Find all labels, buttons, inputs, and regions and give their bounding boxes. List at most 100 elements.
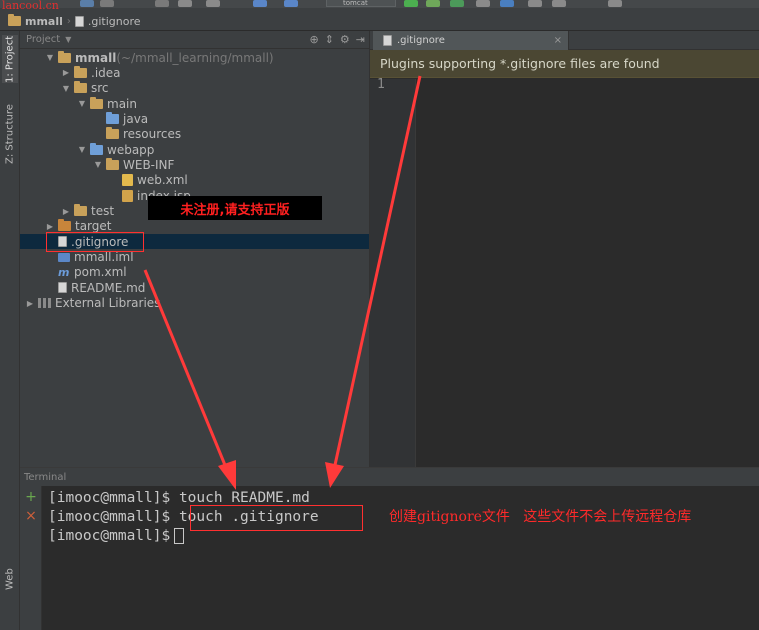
tree-item[interactable]: .gitignore xyxy=(20,234,369,250)
tree-item-label: pom.xml xyxy=(74,265,127,280)
toolbar-button[interactable] xyxy=(476,0,490,7)
navigation-bar: tomcat lancool.cn mmall › .gitignore xyxy=(0,0,759,31)
close-session-icon[interactable]: × xyxy=(24,508,38,524)
xml-file-icon xyxy=(122,174,133,187)
coverage-icon[interactable] xyxy=(450,0,464,7)
watermark-text: lancool.cn xyxy=(2,0,59,12)
tree-item[interactable]: ▼ WEB-INF xyxy=(94,157,174,172)
tree-item-label: target xyxy=(75,219,112,234)
gear-icon[interactable]: ⚙ xyxy=(340,33,350,46)
search-icon[interactable] xyxy=(206,0,220,7)
run-icon[interactable] xyxy=(404,0,418,7)
folder-icon xyxy=(8,14,21,26)
tree-item-label: java xyxy=(123,111,149,126)
tab-project[interactable]: 1: Project xyxy=(2,35,18,83)
jsp-file-icon xyxy=(122,189,133,202)
tab-structure[interactable]: Z: Structure xyxy=(2,97,18,171)
expand-right-icon[interactable]: ▶ xyxy=(62,207,70,216)
project-view-title[interactable]: Project xyxy=(26,34,60,45)
toolbar-button[interactable] xyxy=(253,0,267,7)
tree-item-label: main xyxy=(107,96,137,111)
tree-item-label: test xyxy=(91,204,115,218)
breadcrumb-label: .gitignore xyxy=(87,14,141,28)
debug-icon[interactable] xyxy=(426,0,440,7)
plugin-notice[interactable]: Plugins supporting *.gitignore files are… xyxy=(370,50,759,78)
main-toolbar: tomcat xyxy=(0,0,759,8)
breadcrumb-item-gitignore[interactable]: .gitignore xyxy=(74,14,141,28)
project-panel: Project ▼ ⊕ ⇕ ⚙ ⇥ ▼ mmall (~/mmall_learni… xyxy=(20,31,370,467)
file-icon xyxy=(58,236,67,248)
tree-item[interactable]: ▼ main xyxy=(78,96,137,111)
add-session-icon[interactable]: + xyxy=(24,489,38,505)
toolbar-button[interactable] xyxy=(178,0,192,7)
expand-down-icon[interactable]: ▼ xyxy=(46,53,54,62)
line-number: 1 xyxy=(377,77,385,92)
tree-item[interactable]: web.xml xyxy=(110,173,188,188)
editor-tab-label: .gitignore xyxy=(397,35,445,46)
file-icon xyxy=(383,35,392,46)
expand-down-icon[interactable]: ▼ xyxy=(78,99,86,108)
tab-web[interactable]: Web xyxy=(2,561,18,597)
editor-tab-bar: .gitignore × xyxy=(370,31,759,50)
tree-item[interactable]: ▼ mmall (~/mmall_learning/mmall) xyxy=(46,50,274,65)
expand-down-icon[interactable]: ▼ xyxy=(62,84,70,93)
folder-icon xyxy=(90,96,103,109)
source-folder-icon xyxy=(106,111,119,124)
expand-right-icon[interactable]: ▶ xyxy=(26,299,34,308)
toolbar-button[interactable] xyxy=(500,0,514,7)
expand-right-icon[interactable]: ▶ xyxy=(46,222,54,231)
tree-item-label: .gitignore xyxy=(71,234,129,249)
tree-item[interactable]: README.md xyxy=(46,280,145,295)
editor-gutter xyxy=(370,79,416,467)
expand-right-icon[interactable]: ▶ xyxy=(62,68,70,77)
toolbar-button[interactable] xyxy=(608,0,622,7)
folder-icon xyxy=(74,204,87,216)
tree-item-label: WEB-INF xyxy=(123,157,175,172)
terminal-title: Terminal xyxy=(24,471,67,483)
breadcrumb: mmall › .gitignore xyxy=(8,13,141,29)
toolbar-button[interactable] xyxy=(284,0,298,7)
tree-item[interactable]: ▼ src xyxy=(62,81,109,96)
tree-item[interactable]: ▶ External Libraries xyxy=(26,296,161,311)
tree-item[interactable]: java xyxy=(94,111,148,126)
chevron-down-icon[interactable]: ▼ xyxy=(65,35,71,44)
tree-item[interactable]: ▶ .idea xyxy=(62,65,121,80)
tree-item-label: mmall xyxy=(75,50,117,65)
project-panel-header: Project ▼ ⊕ ⇕ ⚙ ⇥ xyxy=(20,31,369,49)
toolbar-button[interactable] xyxy=(552,0,566,7)
breadcrumb-label: mmall xyxy=(25,14,63,28)
close-icon[interactable]: × xyxy=(554,35,562,46)
breadcrumb-item-mmall[interactable]: mmall xyxy=(8,14,63,28)
terminal-cursor xyxy=(174,528,185,544)
terminal-header: Terminal xyxy=(20,468,759,486)
tree-item[interactable]: resources xyxy=(94,127,181,142)
hide-icon[interactable]: ⇥ xyxy=(356,33,365,46)
collapse-icon[interactable]: ⇕ xyxy=(325,33,334,46)
toolbar-button[interactable] xyxy=(155,0,169,7)
tree-item-label: mmall.iml xyxy=(74,250,134,265)
file-icon xyxy=(58,282,67,294)
tree-item-label: .idea xyxy=(91,65,121,80)
toolbar-button[interactable] xyxy=(528,0,542,7)
tree-item[interactable]: ▶ target xyxy=(46,219,112,234)
tab-gitignore[interactable]: .gitignore × xyxy=(373,31,569,50)
tree-item[interactable]: m pom.xml xyxy=(46,265,127,280)
source-folder-icon xyxy=(90,142,103,155)
toolbar-button[interactable] xyxy=(80,0,94,7)
run-configuration-select[interactable]: tomcat xyxy=(326,0,396,7)
expand-down-icon[interactable]: ▼ xyxy=(78,145,86,154)
tree-item[interactable]: ▼ webapp xyxy=(78,142,154,157)
tree-item-label: resources xyxy=(123,127,182,142)
terminal-side-toolbar: + × xyxy=(20,486,42,630)
folder-icon xyxy=(106,157,119,170)
tree-item[interactable]: ▶ test xyxy=(62,204,114,219)
unregistered-banner: 未注册,请支持正版 xyxy=(148,196,322,220)
terminal-prompt-line[interactable]: [imooc@mmall]$ xyxy=(48,527,185,545)
module-file-icon xyxy=(58,252,70,262)
locate-icon[interactable]: ⊕ xyxy=(309,33,318,46)
editor-area: .gitignore × Plugins supporting *.gitign… xyxy=(370,31,759,467)
tree-item[interactable]: mmall.iml xyxy=(46,250,134,265)
toolbar-button[interactable] xyxy=(100,0,114,7)
expand-down-icon[interactable]: ▼ xyxy=(94,160,102,169)
folder-icon xyxy=(58,50,71,63)
